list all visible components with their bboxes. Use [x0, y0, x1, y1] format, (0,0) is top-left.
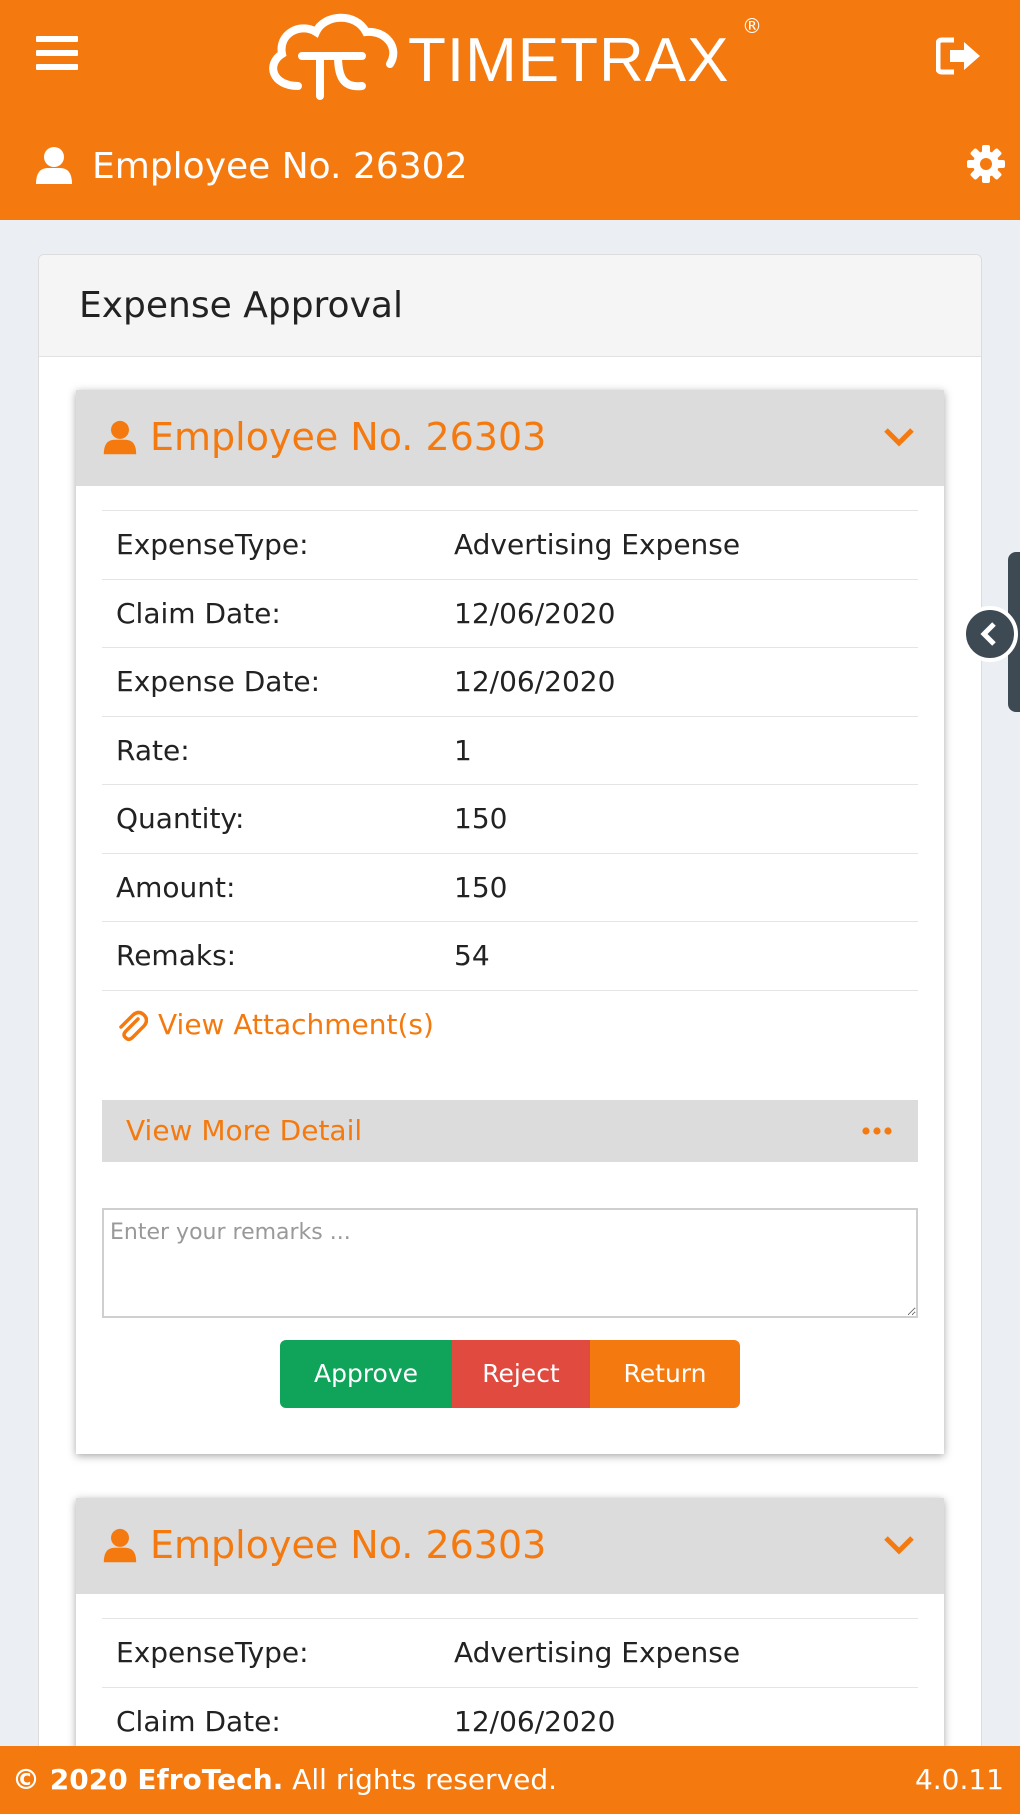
panel-header: Expense Approval [39, 255, 981, 357]
card-body: ExpenseType: Advertising Expense Claim D… [76, 486, 944, 1454]
expense-card: Employee No. 26303 ExpenseType: Advertis… [76, 1498, 944, 1758]
detail-row: Claim Date: 12/06/2020 [102, 578, 918, 648]
timetrax-logo: TIMETRAX ® [258, 8, 768, 108]
approve-button[interactable]: Approve [280, 1339, 452, 1408]
row-value: 150 [454, 870, 508, 904]
logo-text: TIMETRAX [408, 26, 730, 95]
app-header: TIMETRAX ® Employee No. 26302 [0, 0, 1020, 220]
chevron-down-icon[interactable] [882, 424, 916, 450]
copyright-text: © 2020 EfroTech. All rights reserved. [12, 1760, 557, 1800]
view-attachments-link[interactable]: View Attachment(s) [158, 1005, 434, 1045]
action-button-group: Approve Reject Return [280, 1339, 740, 1408]
more-dots-icon[interactable] [862, 1122, 892, 1140]
row-value: 12/06/2020 [454, 1704, 616, 1738]
row-value: Advertising Expense [454, 528, 741, 561]
panel-title: Expense Approval [79, 285, 403, 326]
logout-icon[interactable] [935, 36, 984, 76]
view-more-detail-label: View More Detail [126, 1113, 363, 1147]
row-label: Claim Date: [116, 596, 281, 630]
row-label: Quantity: [116, 802, 245, 835]
row-value: 54 [454, 939, 490, 972]
return-button[interactable]: Return [590, 1339, 740, 1408]
card-employee-title: Employee No. 26303 [150, 415, 547, 459]
row-label: Claim Date: [116, 1704, 281, 1738]
chevron-down-icon[interactable] [882, 1532, 916, 1558]
attachment-row: View Attachment(s) [102, 989, 918, 1100]
copyright-rest: All rights reserved. [283, 1763, 558, 1796]
remarks-input[interactable] [102, 1207, 918, 1318]
view-more-detail-bar[interactable]: View More Detail [102, 1099, 918, 1162]
user-icon [34, 146, 74, 186]
row-value: 12/06/2020 [454, 596, 616, 630]
row-value: Advertising Expense [454, 1636, 741, 1669]
gear-icon[interactable] [966, 144, 1006, 184]
row-value: 12/06/2020 [454, 665, 616, 698]
detail-row: Amount: 150 [102, 852, 918, 922]
app-version: 4.0.11 [914, 1763, 1004, 1796]
cloud-logo-icon [269, 13, 398, 100]
user-icon [102, 420, 138, 456]
detail-row: Rate: 1 [102, 715, 918, 785]
detail-row: Expense Date: 12/06/2020 [102, 647, 918, 716]
detail-row: Claim Date: 12/06/2020 [102, 1686, 918, 1756]
row-label: Amount: [116, 870, 236, 904]
copyright-brand: © 2020 EfroTech. [12, 1763, 284, 1796]
current-employee-title: Employee No. 26302 [92, 146, 468, 187]
chevron-left-icon[interactable] [962, 606, 1018, 662]
detail-row: ExpenseType: Advertising Expense [102, 1618, 918, 1687]
detail-row: Quantity: 150 [102, 784, 918, 853]
card-header[interactable]: Employee No. 26303 [76, 390, 944, 486]
card-employee-title: Employee No. 26303 [150, 1523, 547, 1567]
row-label: Rate: [116, 733, 190, 767]
detail-row: ExpenseType: Advertising Expense [102, 510, 918, 579]
row-label: ExpenseType: [116, 1636, 309, 1669]
app-footer: © 2020 EfroTech. All rights reserved. 4.… [0, 1746, 1020, 1814]
row-label: Expense Date: [116, 665, 321, 698]
row-label: Remaks: [116, 939, 237, 972]
row-value: 150 [454, 802, 508, 835]
detail-row: Remaks: 54 [102, 921, 918, 990]
row-value: 1 [454, 733, 472, 767]
hamburger-menu-icon[interactable] [36, 36, 78, 72]
registered-mark: ® [742, 14, 762, 38]
paperclip-icon [116, 1009, 149, 1043]
expense-card: Employee No. 26303 ExpenseType: Advertis… [76, 390, 944, 1454]
row-label: ExpenseType: [116, 528, 309, 561]
user-icon [102, 1528, 138, 1564]
reject-button[interactable]: Reject [452, 1339, 590, 1408]
card-header[interactable]: Employee No. 26303 [76, 1498, 944, 1594]
card-body: ExpenseType: Advertising Expense Claim D… [76, 1594, 944, 1755]
